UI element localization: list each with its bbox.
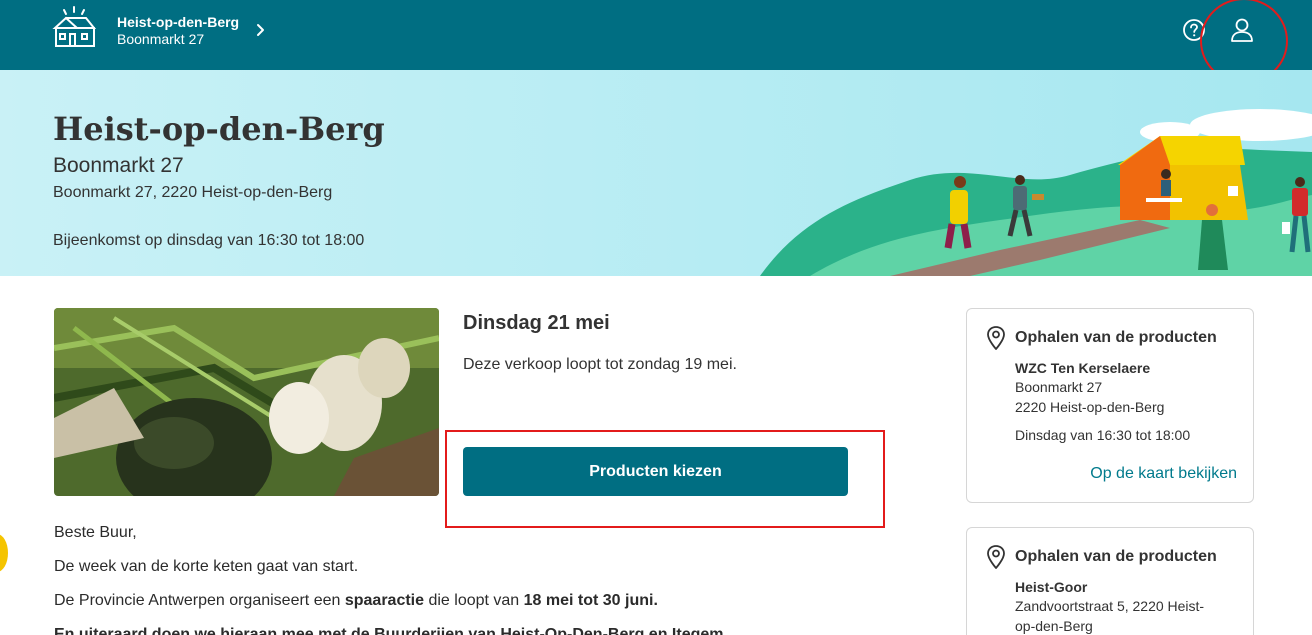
annotation-rectangle	[445, 430, 885, 528]
intro-text: De week van de korte keten gaat van star…	[54, 558, 359, 575]
location-street: Boonmarkt 27	[117, 31, 205, 47]
chevron-right-icon[interactable]	[254, 20, 268, 40]
decorative-blob	[0, 534, 8, 572]
hero-illustration	[760, 109, 1312, 276]
hero-banner: Heist-op-den-Berg Boonmarkt 27 Boonmarkt…	[0, 70, 1312, 276]
pickup-card-title: Ophalen van de producten	[1015, 329, 1217, 346]
pickup-card: Ophalen van de producten Heist-Goor Zand…	[966, 527, 1254, 635]
pickup-card: Ophalen van de producten WZC Ten Kersela…	[966, 308, 1254, 503]
hero-subtitle: Boonmarkt 27	[53, 154, 184, 177]
promo-text-part: die loopt van	[424, 592, 524, 609]
pickup-hours: Dinsdag van 16:30 tot 18:00	[1015, 427, 1191, 443]
pickup-card-title: Ophalen van de producten	[1015, 548, 1217, 565]
greeting-text: Beste Buur,	[54, 524, 137, 541]
map-pin-icon	[987, 326, 1005, 350]
pickup-place-name: WZC Ten Kerselaere	[1015, 360, 1151, 376]
page-title: Heist-op-den-Berg	[53, 110, 385, 148]
sale-date: Dinsdag 21 mei	[463, 312, 610, 334]
pickup-city: 2220 Heist-op-den-Berg	[1015, 399, 1165, 415]
hero-address: Boonmarkt 27, 2220 Heist-op-den-Berg	[53, 184, 333, 201]
promo-text-part: De Provincie Antwerpen organiseert een	[54, 592, 345, 609]
top-bar: Heist-op-den-Berg Boonmarkt 27	[0, 0, 1312, 70]
meeting-time: Bijeenkomst op dinsdag van 16:30 tot 18:…	[53, 232, 365, 249]
home-logo-icon[interactable]	[52, 6, 96, 48]
promo-highlight: spaaractie	[344, 592, 425, 609]
view-on-map-link[interactable]: Op de kaart bekijken	[1090, 465, 1237, 483]
promo-text: De Provincie Antwerpen organiseert een s…	[54, 592, 658, 610]
location-name: Heist-op-den-Berg	[117, 14, 240, 30]
sale-deadline: Deze verkoop loopt tot zondag 19 mei.	[463, 356, 737, 373]
location-switcher[interactable]: Heist-op-den-Berg Boonmarkt 27	[117, 14, 239, 48]
pickup-address-line1: Zandvoortstraat 5, 2220 Heist-	[1015, 598, 1205, 614]
promo-dates: 18 mei tot 30 juni.	[523, 592, 658, 609]
pickup-street: Boonmarkt 27	[1015, 379, 1103, 395]
pickup-address-line2: op-den-Berg	[1015, 618, 1093, 634]
pickup-place-name: Heist-Goor	[1015, 579, 1088, 595]
map-pin-icon	[987, 545, 1005, 569]
participation-text: En uiteraard doen we hieraan mee met de …	[54, 626, 724, 635]
product-image	[54, 308, 439, 496]
